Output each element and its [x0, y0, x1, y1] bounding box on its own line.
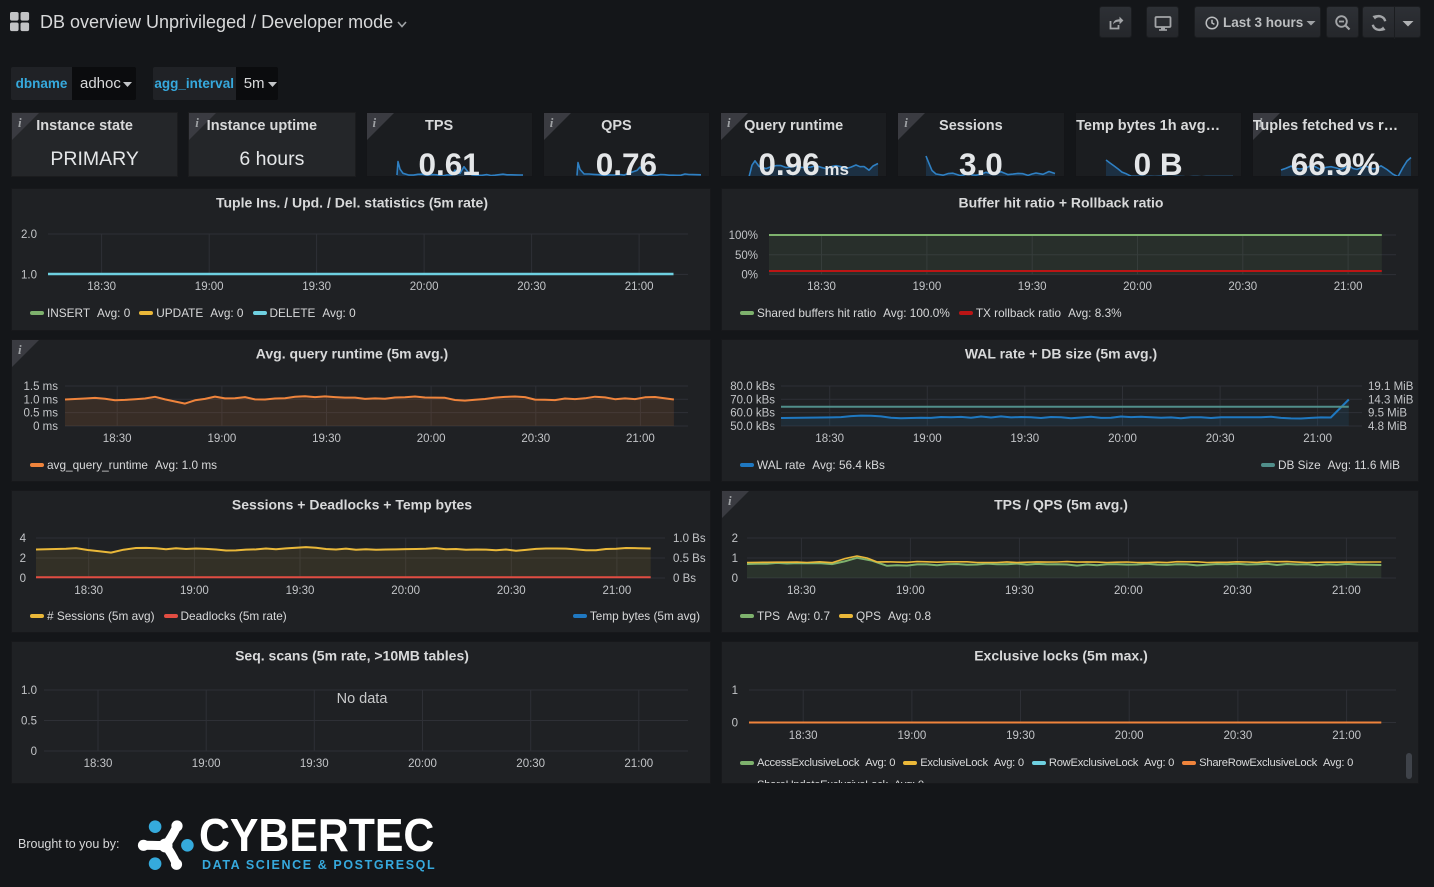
svg-text:18:30: 18:30 [815, 433, 844, 445]
svg-text:20:30: 20:30 [497, 585, 526, 597]
svg-text:19:30: 19:30 [302, 281, 331, 293]
svg-text:19:00: 19:00 [896, 585, 925, 597]
svg-text:18:30: 18:30 [74, 585, 103, 597]
svg-text:18:30: 18:30 [87, 281, 116, 293]
svg-text:20:00: 20:00 [408, 758, 437, 770]
svg-text:1.0 ms: 1.0 ms [23, 394, 58, 406]
svg-text:Exclusive locks (5m max.): Exclusive locks (5m max.) [974, 648, 1148, 664]
svg-text:19.1 MiB: 19.1 MiB [1368, 381, 1414, 393]
svg-text:20:30: 20:30 [517, 281, 546, 293]
svg-text:TPS / QPS (5m avg.): TPS / QPS (5m avg.) [994, 497, 1128, 513]
svg-text:100%: 100% [729, 230, 758, 242]
svg-text:4.8 MiB: 4.8 MiB [1368, 421, 1407, 433]
svg-text:1.0 Bs: 1.0 Bs [673, 533, 706, 545]
svg-text:1: 1 [732, 553, 738, 565]
svg-text:50%: 50% [735, 250, 758, 262]
svg-text:2: 2 [20, 553, 26, 565]
svg-text:0 ms: 0 ms [33, 421, 58, 433]
svg-text:18:30: 18:30 [787, 585, 816, 597]
svg-text:21:00: 21:00 [1332, 585, 1361, 597]
svg-text:19:30: 19:30 [300, 758, 329, 770]
svg-text:19:30: 19:30 [312, 433, 341, 445]
svg-text:70.0 kBs: 70.0 kBs [730, 394, 775, 406]
svg-text:Seq. scans (5m rate, >10MB tab: Seq. scans (5m rate, >10MB tables) [235, 648, 469, 664]
svg-text:20:00: 20:00 [410, 281, 439, 293]
svg-text:20:00: 20:00 [1123, 281, 1152, 293]
svg-text:19:00: 19:00 [898, 730, 927, 742]
svg-text:Buffer hit ratio + Rollback ra: Buffer hit ratio + Rollback ratio [959, 195, 1164, 211]
svg-text:0: 0 [20, 573, 26, 585]
svg-text:1: 1 [732, 685, 738, 697]
svg-text:0.5 Bs: 0.5 Bs [673, 553, 706, 565]
svg-text:14.3 MiB: 14.3 MiB [1368, 394, 1414, 406]
svg-text:0.5 ms: 0.5 ms [23, 408, 58, 420]
svg-text:21:00: 21:00 [626, 433, 655, 445]
svg-text:20:30: 20:30 [1206, 433, 1235, 445]
svg-text:9.5 MiB: 9.5 MiB [1368, 408, 1407, 420]
svg-text:18:30: 18:30 [807, 281, 836, 293]
svg-text:19:30: 19:30 [1018, 281, 1047, 293]
svg-text:18:30: 18:30 [84, 758, 113, 770]
svg-text:19:00: 19:00 [913, 281, 942, 293]
svg-text:20:30: 20:30 [1228, 281, 1257, 293]
svg-text:19:30: 19:30 [1005, 585, 1034, 597]
svg-text:0%: 0% [741, 270, 758, 282]
svg-text:20:30: 20:30 [516, 758, 545, 770]
svg-text:1.0: 1.0 [21, 685, 37, 697]
svg-text:20:30: 20:30 [1223, 585, 1252, 597]
svg-text:2: 2 [732, 533, 738, 545]
svg-text:20:30: 20:30 [521, 433, 550, 445]
svg-text:20:00: 20:00 [417, 433, 446, 445]
svg-text:Sessions + Deadlocks + Temp by: Sessions + Deadlocks + Temp bytes [232, 497, 472, 513]
svg-text:19:00: 19:00 [180, 585, 209, 597]
svg-text:WAL rate + DB size (5m avg.): WAL rate + DB size (5m avg.) [965, 346, 1157, 362]
svg-text:0.5: 0.5 [21, 716, 37, 728]
svg-text:80.0 kBs: 80.0 kBs [730, 381, 775, 393]
svg-text:1.5 ms: 1.5 ms [23, 381, 58, 393]
svg-text:0: 0 [732, 573, 738, 585]
svg-text:20:30: 20:30 [1224, 730, 1253, 742]
svg-text:1.0: 1.0 [21, 269, 37, 281]
svg-text:20:00: 20:00 [391, 585, 420, 597]
svg-text:21:00: 21:00 [624, 758, 653, 770]
svg-text:50.0 kBs: 50.0 kBs [730, 421, 775, 433]
svg-text:19:00: 19:00 [192, 758, 221, 770]
svg-text:21:00: 21:00 [625, 281, 654, 293]
svg-text:2.0: 2.0 [21, 229, 37, 241]
svg-text:21:00: 21:00 [603, 585, 632, 597]
svg-text:20:00: 20:00 [1108, 433, 1137, 445]
svg-text:19:30: 19:30 [286, 585, 315, 597]
svg-text:18:30: 18:30 [789, 730, 818, 742]
svg-text:20:00: 20:00 [1114, 585, 1143, 597]
svg-text:19:00: 19:00 [913, 433, 942, 445]
svg-text:18:30: 18:30 [103, 433, 132, 445]
svg-text:0: 0 [31, 746, 37, 758]
svg-text:19:00: 19:00 [195, 281, 224, 293]
svg-text:4: 4 [20, 533, 27, 545]
svg-text:19:30: 19:30 [1010, 433, 1039, 445]
svg-text:60.0 kBs: 60.0 kBs [730, 408, 775, 420]
svg-text:21:00: 21:00 [1303, 433, 1332, 445]
svg-text:Avg. query runtime (5m avg.): Avg. query runtime (5m avg.) [256, 346, 448, 362]
svg-text:19:00: 19:00 [208, 433, 237, 445]
svg-text:0: 0 [732, 718, 738, 730]
svg-text:20:00: 20:00 [1115, 730, 1144, 742]
svg-text:19:30: 19:30 [1006, 730, 1035, 742]
svg-text:No data: No data [337, 691, 389, 707]
svg-text:0 Bs: 0 Bs [673, 573, 696, 585]
svg-text:Tuple Ins. / Upd. / Del. stati: Tuple Ins. / Upd. / Del. statistics (5m … [216, 195, 488, 211]
svg-text:21:00: 21:00 [1334, 281, 1363, 293]
svg-text:21:00: 21:00 [1332, 730, 1361, 742]
